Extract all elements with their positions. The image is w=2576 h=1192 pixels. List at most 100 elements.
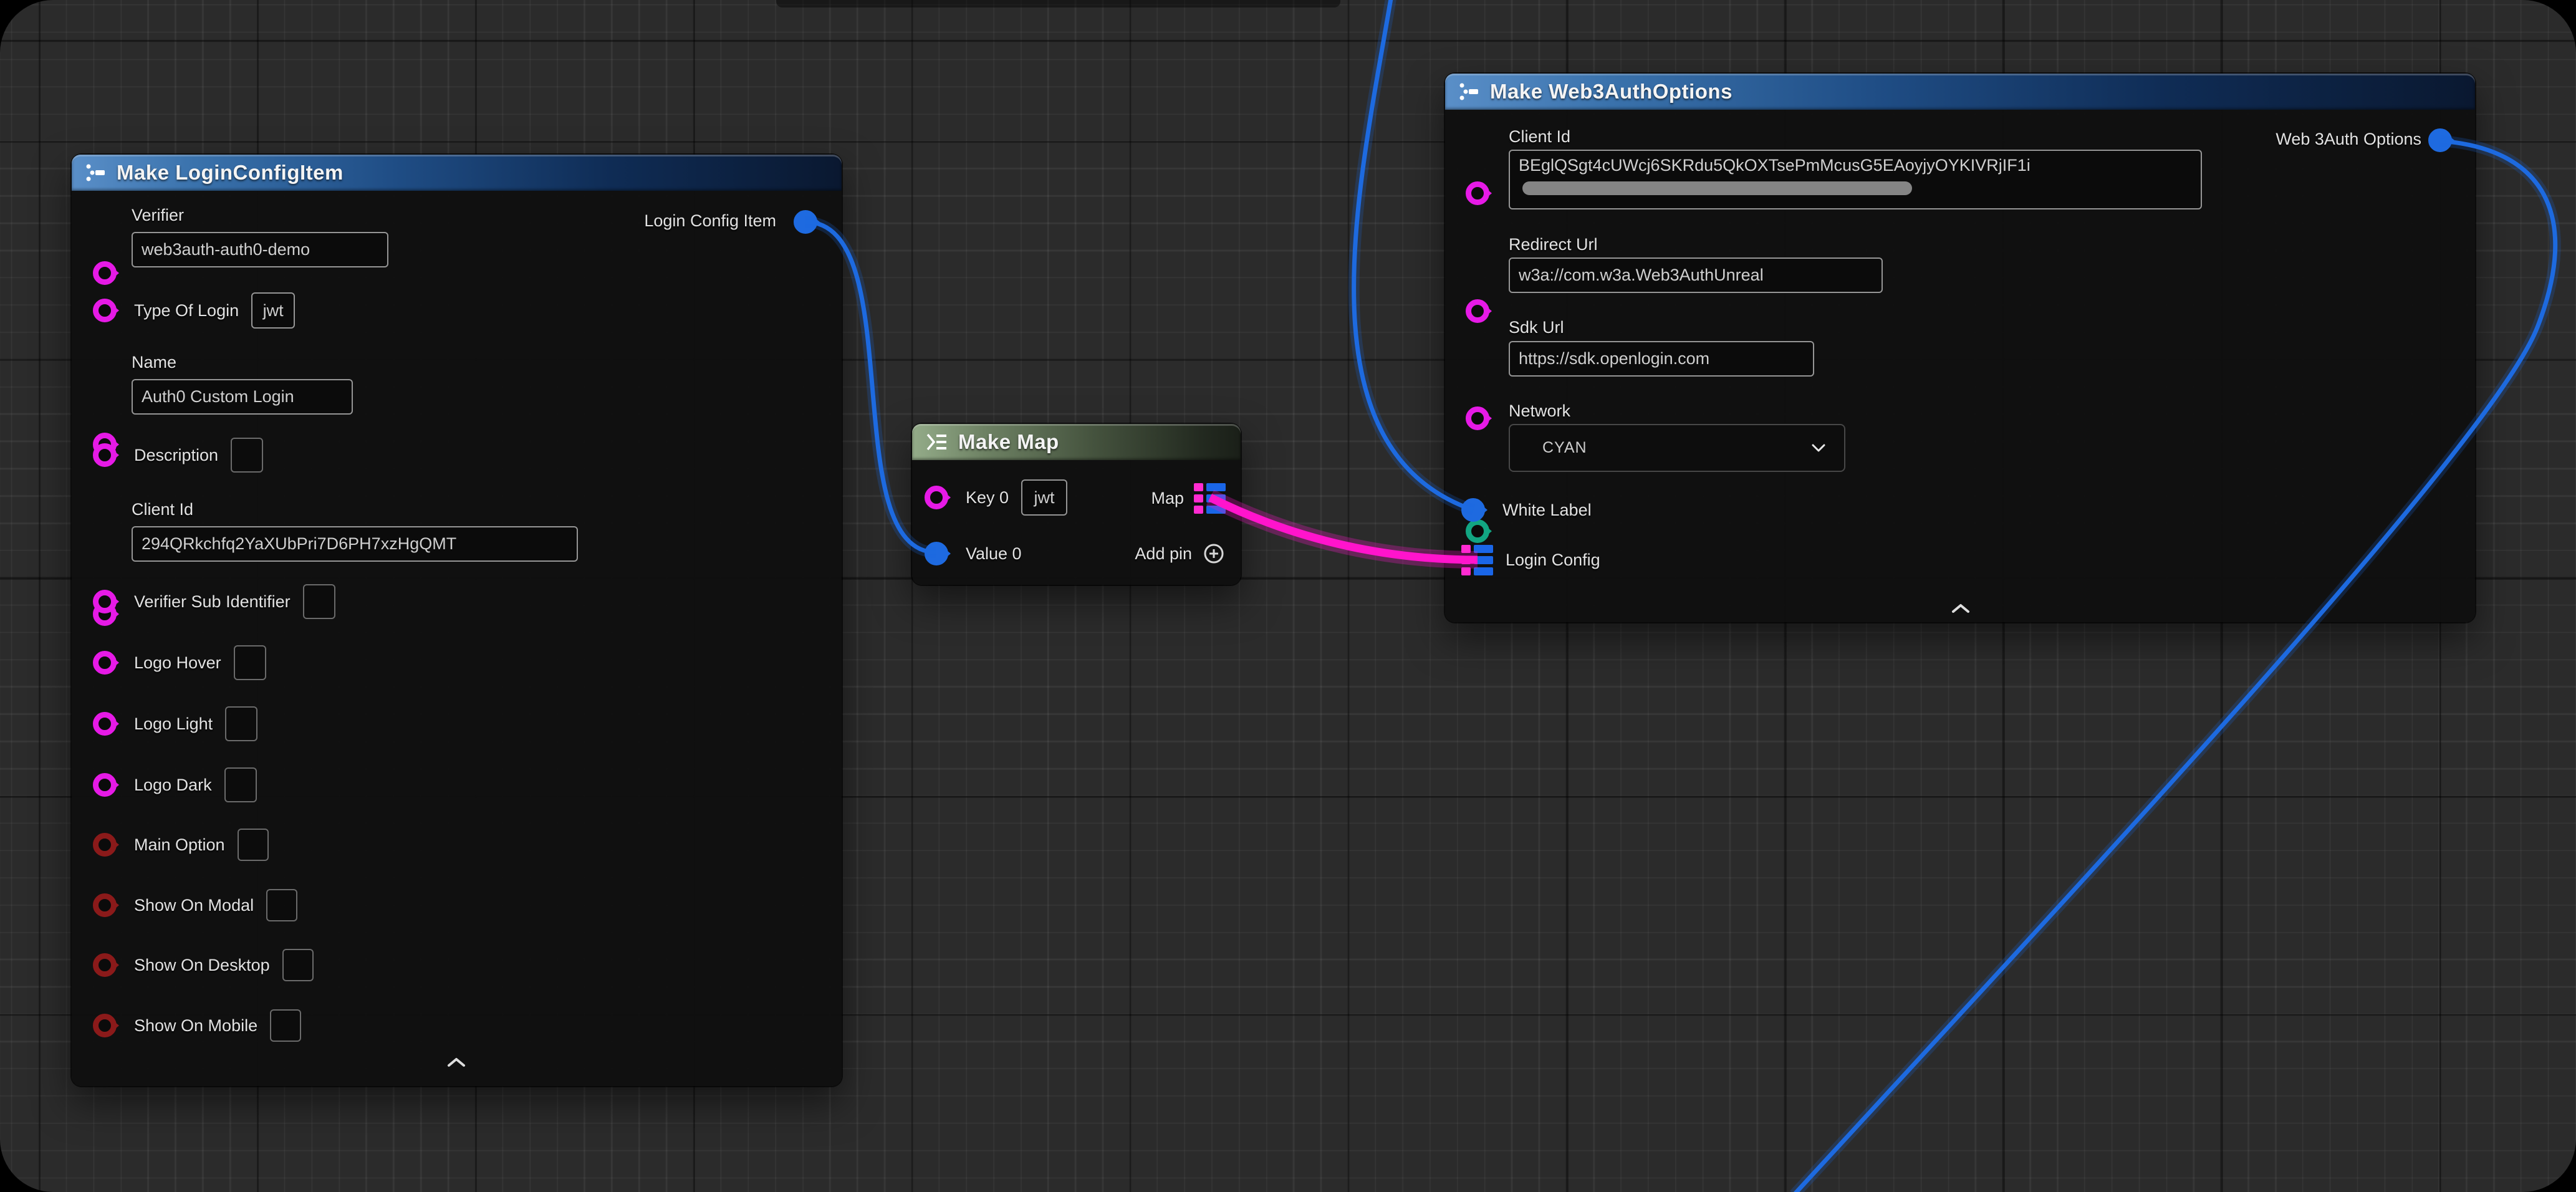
value-0-label: Value 0: [966, 544, 1022, 564]
description-input[interactable]: [231, 438, 263, 473]
make-map-icon: [926, 433, 948, 451]
logo-hover-input[interactable]: [234, 645, 266, 680]
show-on-mobile-row: Show On Mobile: [93, 1008, 301, 1043]
output-pin-label: Login Config Item: [644, 211, 776, 231]
logo-dark-label: Logo Dark: [134, 776, 212, 795]
main-option-label: Main Option: [134, 835, 225, 855]
node-make-map[interactable]: Make Map Key 0 jwt Map Value 0 Add pin: [912, 424, 1241, 585]
logo-hover-pin[interactable]: [93, 651, 117, 675]
logo-light-pin[interactable]: [93, 712, 117, 736]
client-id-input[interactable]: 294QRkchfq2YaXUbPri7D6PH7xzHgQMT: [132, 526, 578, 562]
map-output-row: Map: [1151, 483, 1226, 514]
login-config-map-pin-icon[interactable]: [1461, 545, 1493, 575]
show-on-mobile-pin[interactable]: [93, 1014, 117, 1037]
verifier-sub-identifier-input[interactable]: [303, 584, 335, 619]
output-pin-label: Web 3Auth Options: [2276, 130, 2421, 149]
key-0-input[interactable]: jwt: [1021, 479, 1067, 516]
main-option-checkbox[interactable]: [238, 829, 269, 861]
sdk-url-pin-label: Sdk Url: [1509, 318, 1564, 337]
node-title: Make LoginConfigItem: [117, 161, 344, 185]
verifier-pin-label: Verifier: [132, 206, 184, 225]
collapse-node-chevron-icon[interactable]: [447, 1057, 466, 1067]
description-label: Description: [134, 446, 218, 465]
map-output-label: Map: [1151, 489, 1184, 508]
sdk-url-pin[interactable]: [1466, 406, 1489, 430]
collapse-node-chevron-icon[interactable]: [1951, 603, 1970, 613]
node-title: Make Web3AuthOptions: [1490, 80, 1733, 103]
key-0-row: Key 0 jwt: [925, 479, 1067, 516]
sdk-url-input[interactable]: https://sdk.openlogin.com: [1509, 341, 1814, 377]
make-struct-icon: [85, 163, 107, 182]
show-on-modal-pin[interactable]: [93, 893, 117, 917]
add-pin-button[interactable]: Add pin: [1135, 537, 1226, 570]
show-on-desktop-checkbox[interactable]: [282, 949, 314, 981]
type-of-login-pin[interactable]: [93, 299, 117, 322]
client-id-pin-label: Client Id: [132, 500, 193, 519]
show-on-modal-row: Show On Modal: [93, 888, 297, 923]
blueprint-editor: Make LoginConfigItem Login Config Item V…: [0, 0, 2576, 1192]
login-config-item-output-pin[interactable]: [794, 210, 817, 234]
network-dropdown[interactable]: CYAN: [1509, 424, 1845, 472]
make-struct-icon: [1459, 82, 1480, 101]
node-make-loginconfigitem[interactable]: Make LoginConfigItem Login Config Item V…: [72, 155, 842, 1086]
logo-light-input[interactable]: [225, 706, 257, 741]
redirect-url-input[interactable]: w3a://com.w3a.Web3AuthUnreal: [1509, 257, 1883, 293]
offscreen-node-edge: [776, 0, 1340, 7]
white-label-label: White Label: [1502, 501, 1592, 520]
name-input[interactable]: Auth0 Custom Login: [132, 379, 353, 415]
web3auth-options-output-pin[interactable]: [2428, 128, 2452, 152]
description-row: Description: [93, 436, 263, 474]
value-0-row: Value 0: [925, 537, 1022, 570]
show-on-mobile-label: Show On Mobile: [134, 1016, 257, 1036]
type-of-login-label: Type Of Login: [134, 301, 239, 320]
client-id-value: BEglQSgt4cUWcj6SKRdu5QkOXTsePmMcusG5EAoy…: [1519, 156, 2031, 175]
network-selected-value: CYAN: [1542, 439, 1587, 457]
value-0-pin[interactable]: [925, 542, 948, 565]
logo-dark-input[interactable]: [224, 767, 257, 802]
verifier-sub-identifier-label: Verifier Sub Identifier: [134, 592, 291, 612]
logo-hover-row: Logo Hover: [93, 645, 266, 681]
name-pin-label: Name: [132, 353, 176, 372]
logo-dark-pin[interactable]: [93, 773, 117, 797]
show-on-desktop-label: Show On Desktop: [134, 956, 270, 975]
white-label-row: White Label: [1461, 494, 1592, 526]
map-pin-icon[interactable]: [1194, 483, 1226, 514]
logo-light-row: Logo Light: [93, 706, 257, 742]
description-pin[interactable]: [93, 443, 117, 467]
verifier-sub-identifier-row: Verifier Sub Identifier: [93, 584, 335, 620]
show-on-desktop-pin[interactable]: [93, 953, 117, 977]
node-make-web3authoptions[interactable]: Make Web3AuthOptions Web 3Auth Options C…: [1445, 74, 2475, 622]
node-header[interactable]: Make LoginConfigItem: [72, 155, 842, 191]
show-on-modal-checkbox[interactable]: [266, 889, 297, 921]
client-id-horizontal-scrollbar[interactable]: [1522, 181, 1912, 195]
verifier-pin[interactable]: [93, 261, 117, 285]
show-on-modal-label: Show On Modal: [134, 896, 254, 915]
dropdown-chevron-icon: [1812, 444, 1825, 453]
node-header[interactable]: Make Map: [912, 424, 1241, 460]
verifier-input[interactable]: web3auth-auth0-demo: [132, 232, 388, 267]
key-0-label: Key 0: [966, 488, 1009, 507]
login-config-row: Login Config: [1461, 542, 1600, 577]
show-on-mobile-checkbox[interactable]: [270, 1009, 301, 1042]
show-on-desktop-row: Show On Desktop: [93, 948, 314, 983]
main-option-row: Main Option: [93, 827, 269, 862]
type-of-login-input[interactable]: jwt: [251, 292, 295, 329]
type-of-login-row: Type Of Login jwt: [93, 292, 295, 329]
node-title: Make Map: [958, 430, 1059, 454]
key-0-pin[interactable]: [925, 486, 948, 509]
add-pin-plus-icon[interactable]: [1202, 542, 1226, 565]
logo-hover-label: Logo Hover: [134, 653, 221, 673]
node-header[interactable]: Make Web3AuthOptions: [1445, 74, 2475, 110]
network-pin-label: Network: [1509, 401, 1570, 421]
logo-light-label: Logo Light: [134, 714, 213, 734]
client-id-input[interactable]: BEglQSgt4cUWcj6SKRdu5QkOXTsePmMcusG5EAoy…: [1509, 150, 2202, 209]
white-label-pin[interactable]: [1461, 498, 1485, 522]
client-id-pin[interactable]: [1466, 181, 1489, 205]
redirect-url-pin-label: Redirect Url: [1509, 235, 1598, 254]
redirect-url-pin[interactable]: [1466, 299, 1489, 323]
client-id-pin-label: Client Id: [1509, 127, 1570, 147]
verifier-sub-identifier-pin[interactable]: [93, 590, 117, 613]
main-option-pin[interactable]: [93, 833, 117, 857]
add-pin-label: Add pin: [1135, 544, 1192, 564]
login-config-label: Login Config: [1506, 550, 1600, 570]
